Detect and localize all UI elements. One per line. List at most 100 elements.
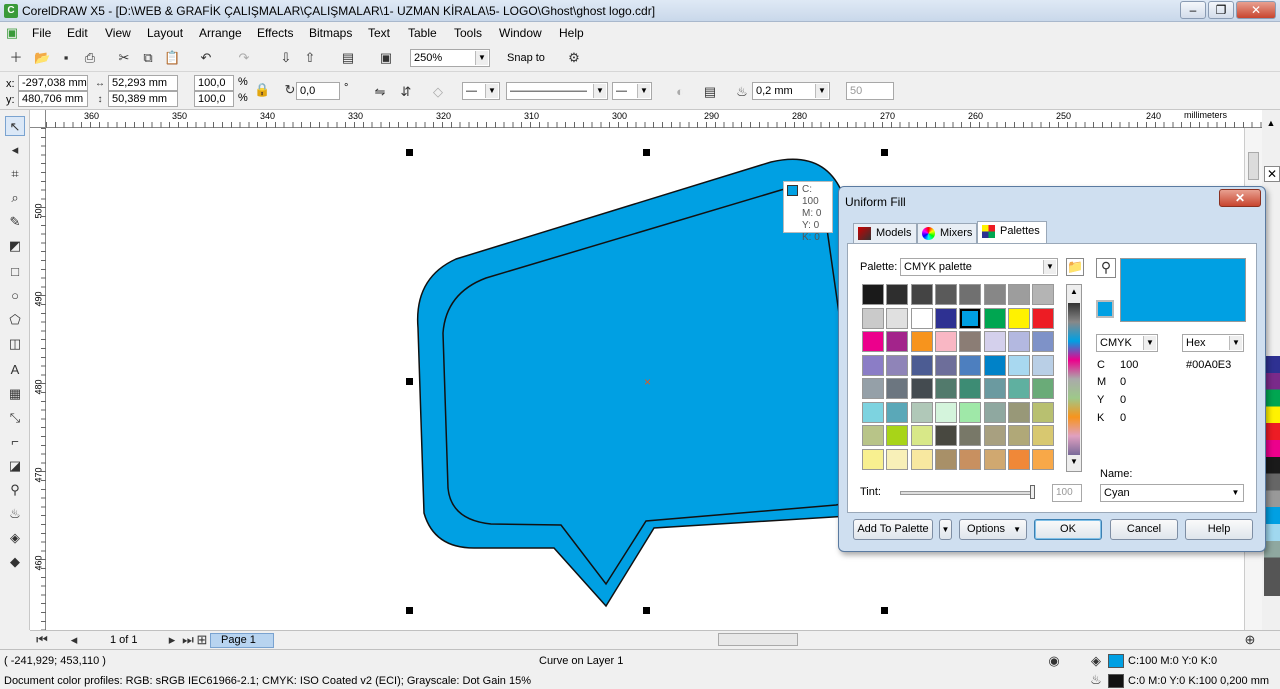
ruler-origin[interactable] bbox=[30, 110, 46, 128]
menu-bitmaps[interactable]: Bitmaps bbox=[309, 26, 352, 40]
palette-swatch[interactable] bbox=[886, 425, 909, 446]
palette-swatch[interactable] bbox=[1007, 378, 1030, 399]
vertical-ruler[interactable]: 500 490 480 470 460 bbox=[30, 128, 46, 630]
x-position-input[interactable]: -297,038 mm bbox=[18, 75, 88, 91]
tint-slider-thumb[interactable] bbox=[1030, 485, 1035, 499]
palette-swatch[interactable] bbox=[1007, 307, 1030, 329]
palette-swatch[interactable] bbox=[910, 448, 933, 470]
palette-swatch[interactable] bbox=[1007, 448, 1030, 470]
lock-ratio-icon[interactable]: 🔒 bbox=[254, 82, 270, 98]
chevron-up-icon[interactable]: ▲ bbox=[1068, 287, 1080, 299]
palette-swatch[interactable] bbox=[959, 378, 982, 399]
open-palette-icon[interactable]: 📁 bbox=[1066, 258, 1084, 276]
zoom-navigator-icon[interactable]: ⊕ bbox=[1242, 632, 1258, 648]
add-to-palette-dropdown[interactable]: ▼ bbox=[939, 519, 952, 540]
import-icon[interactable]: ⇩ bbox=[278, 50, 294, 66]
mirror-vertical-icon[interactable]: ⇵ bbox=[398, 84, 414, 100]
palette-swatch[interactable] bbox=[983, 354, 1006, 376]
palette-swatch[interactable] bbox=[934, 425, 957, 446]
color-proof-icon[interactable]: ◉ bbox=[1046, 653, 1062, 669]
palette-swatch[interactable] bbox=[910, 354, 933, 376]
palette-swatch[interactable] bbox=[1007, 331, 1030, 352]
eyedropper-tool-icon[interactable]: ⚲ bbox=[5, 480, 25, 500]
palette-swatch[interactable] bbox=[1032, 354, 1055, 376]
palette-swatch[interactable] bbox=[886, 401, 909, 423]
palette-swatch[interactable] bbox=[862, 425, 884, 446]
palette-swatch[interactable] bbox=[910, 401, 933, 423]
menu-table[interactable]: Table bbox=[408, 26, 437, 40]
to-curve-icon[interactable]: ◇ bbox=[430, 84, 446, 100]
dimension-tool-icon[interactable]: ⤡ bbox=[5, 408, 25, 428]
color-profiles[interactable]: Document color profiles: RGB: sRGB IEC61… bbox=[4, 675, 531, 687]
palette-swatch[interactable] bbox=[886, 378, 909, 399]
palette-swatch[interactable] bbox=[886, 448, 909, 470]
selection-handle[interactable] bbox=[406, 149, 413, 156]
scale-y-input[interactable]: 100,0 bbox=[194, 91, 234, 107]
shape-tool-icon[interactable]: ◂ bbox=[5, 140, 25, 160]
fill-color-swatch[interactable] bbox=[1108, 654, 1124, 668]
open-icon[interactable]: 📂 bbox=[34, 50, 50, 66]
palette-swatch[interactable] bbox=[983, 284, 1006, 305]
tab-mixers[interactable]: Mixers bbox=[917, 223, 977, 243]
chevron-up-icon[interactable]: ▲ bbox=[1265, 118, 1277, 130]
paste-icon[interactable]: 📋 bbox=[164, 50, 180, 66]
add-to-palette-button[interactable]: Add To Palette bbox=[853, 519, 933, 540]
smart-fill-icon[interactable]: ◩ bbox=[5, 236, 25, 256]
y-position-input[interactable]: 480,706 mm bbox=[18, 91, 88, 107]
save-icon[interactable]: ▪ bbox=[58, 50, 74, 66]
palette-swatch[interactable] bbox=[910, 307, 933, 329]
palette-swatch[interactable] bbox=[959, 401, 982, 423]
crop-tool-icon[interactable]: ⌗ bbox=[5, 164, 25, 184]
palette-swatch[interactable] bbox=[1032, 331, 1055, 352]
palette-swatch[interactable] bbox=[910, 378, 933, 399]
options-icon[interactable]: ⚙ bbox=[566, 50, 582, 66]
menu-view[interactable]: View bbox=[105, 26, 131, 40]
palette-select[interactable]: CMYK palette ▼ bbox=[900, 258, 1058, 276]
mirror-horizontal-icon[interactable]: ⇋ bbox=[372, 84, 388, 100]
palette-swatch[interactable] bbox=[934, 401, 957, 423]
new-icon[interactable]: ＋ bbox=[8, 50, 24, 66]
palette-swatch[interactable] bbox=[983, 401, 1006, 423]
selection-handle[interactable] bbox=[881, 607, 888, 614]
palette-swatch[interactable] bbox=[862, 448, 884, 470]
palette-swatch[interactable] bbox=[1007, 354, 1030, 376]
document-icon[interactable]: ▣ bbox=[4, 25, 20, 41]
selection-handle[interactable] bbox=[881, 149, 888, 156]
palette-swatch[interactable] bbox=[934, 448, 957, 470]
palette-swatch[interactable] bbox=[983, 425, 1006, 446]
palette-swatch[interactable] bbox=[1032, 425, 1055, 446]
tab-models[interactable]: Models bbox=[853, 223, 917, 243]
pick-tool-icon[interactable]: ↖ bbox=[5, 116, 25, 136]
export-icon[interactable]: ⇧ bbox=[302, 50, 318, 66]
application-launcher-icon[interactable]: ▤ bbox=[340, 50, 356, 66]
palette-swatch[interactable] bbox=[983, 448, 1006, 470]
basic-shapes-icon[interactable]: ◫ bbox=[5, 334, 25, 354]
dialog-close-button[interactable]: ✕ bbox=[1219, 189, 1261, 207]
end-arrow-select[interactable]: — ▼ bbox=[612, 82, 652, 100]
hex-value[interactable]: #00A0E3 bbox=[1186, 359, 1231, 371]
ellipse-tool-icon[interactable]: ○ bbox=[5, 286, 25, 306]
text-tool-icon[interactable]: A bbox=[5, 360, 25, 380]
color-name-select[interactable]: Cyan ▼ bbox=[1100, 484, 1244, 502]
palette-swatch[interactable] bbox=[886, 284, 909, 305]
interactive-fill-icon[interactable]: ◆ bbox=[5, 552, 25, 572]
palette-swatch[interactable] bbox=[983, 378, 1006, 399]
palette-swatch-grid[interactable] bbox=[862, 284, 1058, 472]
palette-swatch[interactable] bbox=[886, 354, 909, 376]
palette-swatch[interactable] bbox=[862, 378, 884, 399]
page-tab[interactable]: Page 1 bbox=[210, 633, 274, 648]
menu-window[interactable]: Window bbox=[499, 26, 542, 40]
palette-swatch[interactable] bbox=[983, 307, 1006, 329]
zoom-tool-icon[interactable]: ⌕ bbox=[5, 188, 25, 208]
rotation-angle-input[interactable]: 0,0 bbox=[296, 82, 340, 100]
tint-slider[interactable] bbox=[900, 491, 1034, 495]
menu-effects[interactable]: Effects bbox=[257, 26, 293, 40]
palette-swatch[interactable] bbox=[983, 331, 1006, 352]
scale-x-input[interactable]: 100,0 bbox=[194, 75, 234, 91]
close-curve-icon[interactable]: ◐ bbox=[672, 84, 688, 100]
palette-swatch[interactable] bbox=[886, 331, 909, 352]
palette-swatch[interactable] bbox=[959, 448, 982, 470]
palette-swatch[interactable] bbox=[910, 284, 933, 305]
palette-swatch[interactable] bbox=[1007, 425, 1030, 446]
menu-edit[interactable]: Edit bbox=[67, 26, 88, 40]
